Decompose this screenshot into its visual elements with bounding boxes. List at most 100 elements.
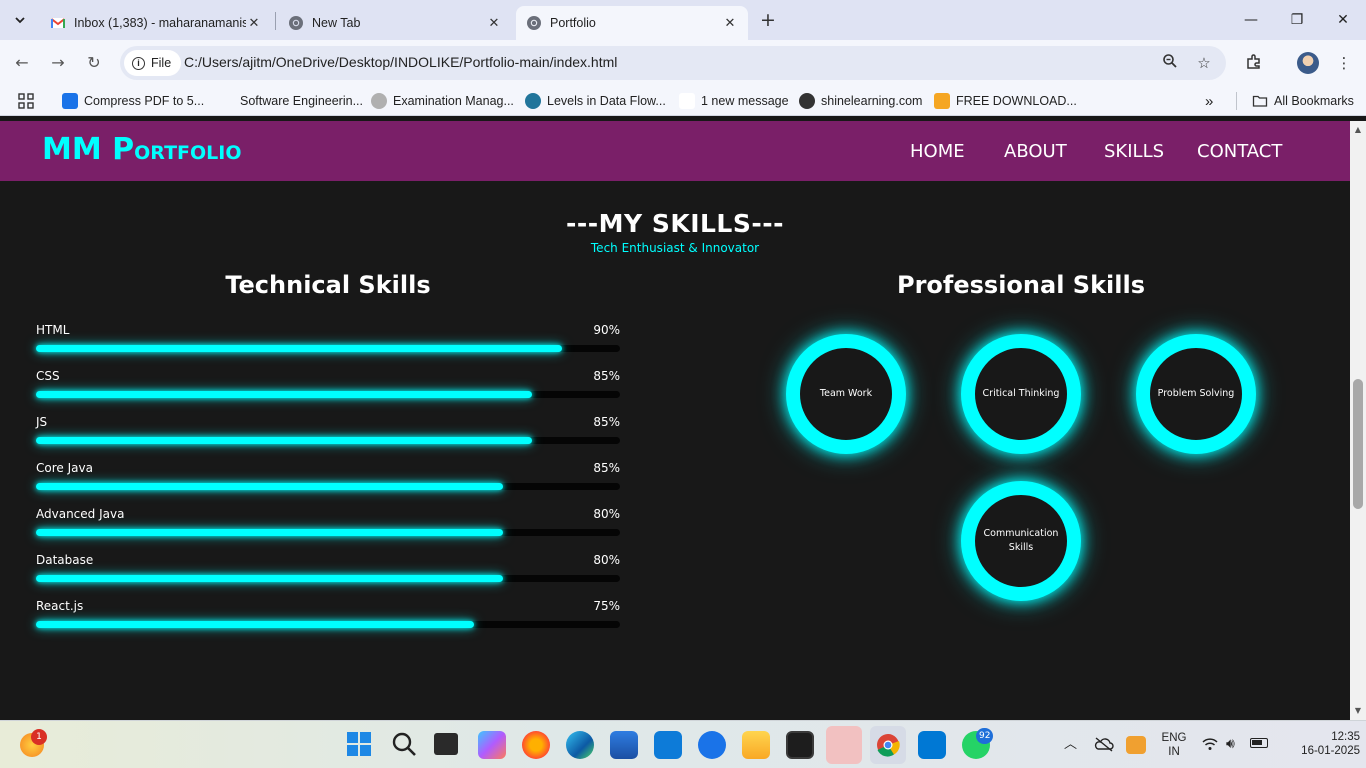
skill-bar-row: Advanced Java 80%	[36, 507, 620, 541]
bookmark-item[interactable]: Software Engineerin...	[240, 92, 363, 110]
webex-icon[interactable]	[786, 731, 814, 759]
active-app-icon[interactable]	[826, 726, 862, 764]
back-icon[interactable]: ←	[12, 53, 32, 73]
skill-track	[36, 575, 620, 582]
zoom-icon[interactable]	[1160, 53, 1180, 73]
bookmark-item[interactable]: FREE DOWNLOAD...	[934, 92, 1077, 110]
extensions-icon[interactable]	[1244, 53, 1264, 73]
site-info-chip[interactable]: i File	[124, 50, 182, 76]
url-text[interactable]: C:/Users/ajitm/OneDrive/Desktop/INDOLIKE…	[184, 54, 617, 70]
task-view-icon[interactable]	[434, 733, 458, 755]
portfolio-page: MM PORTFOLIO HOME ABOUT SKILLS CONTACT -…	[0, 121, 1350, 720]
store-icon[interactable]	[610, 731, 638, 759]
vscode-icon[interactable]	[918, 731, 946, 759]
download-site-icon	[934, 93, 950, 109]
skill-name: CSS	[36, 369, 60, 383]
scroll-up-icon[interactable]: ▲	[1350, 125, 1366, 134]
minimize-icon[interactable]: —	[1238, 8, 1264, 32]
tab-gmail[interactable]: Inbox (1,383) - maharanamanis ✕	[40, 6, 272, 40]
wifi-icon[interactable]	[1202, 737, 1218, 754]
nav-contact[interactable]: CONTACT	[1197, 141, 1282, 163]
skill-name: HTML	[36, 323, 70, 337]
address-bar[interactable]: i File C:/Users/ajitm/OneDrive/Desktop/I…	[120, 46, 1226, 80]
skill-bar-row: Core Java 85%	[36, 461, 620, 495]
firefox-icon[interactable]	[522, 731, 550, 759]
site-header: MM PORTFOLIO HOME ABOUT SKILLS CONTACT	[0, 121, 1350, 181]
scroll-down-icon[interactable]: ▼	[1350, 706, 1366, 715]
bookmarks-divider	[1236, 92, 1237, 110]
site-logo[interactable]: MM PORTFOLIO	[42, 133, 242, 170]
apps-grid-icon[interactable]	[18, 92, 34, 110]
all-bookmarks-label: All Bookmarks	[1274, 94, 1354, 108]
skill-circle-label: Team Work	[819, 388, 873, 399]
browser-toolbar: ← → ↻ i File C:/Users/ajitm/OneDrive/Des…	[0, 40, 1366, 86]
skill-name: React.js	[36, 599, 84, 613]
bookmark-label: Examination Manag...	[393, 94, 514, 108]
tab-new-tab[interactable]: New Tab ✕	[278, 6, 512, 40]
skill-fill	[36, 483, 503, 490]
chrome-taskbar-icon[interactable]	[870, 726, 906, 764]
skill-percent: 85%	[593, 415, 620, 429]
search-icon[interactable]	[391, 731, 419, 759]
tray-overflow-icon[interactable]: ︿	[1064, 737, 1077, 751]
menu-kebab-icon[interactable]: ⋮	[1334, 53, 1354, 73]
skill-circle-label: Problem Solving	[1157, 388, 1235, 399]
window-close-icon[interactable]: ✕	[1330, 8, 1356, 32]
bookmark-item[interactable]: 1 new message	[679, 92, 789, 110]
language-indicator[interactable]: ENG IN	[1160, 731, 1188, 759]
myhp-icon[interactable]	[654, 731, 682, 759]
skill-fill	[36, 621, 474, 628]
region-code: IN	[1168, 746, 1180, 758]
scrollbar-thumb[interactable]	[1353, 379, 1363, 509]
tab-title: Inbox (1,383) - maharanamanis	[74, 16, 246, 30]
bookmark-star-icon[interactable]: ☆	[1194, 53, 1214, 73]
bookmark-item[interactable]: Levels in Data Flow...	[525, 92, 666, 110]
tab-divider	[275, 12, 276, 30]
nav-skills[interactable]: SKILLS	[1104, 141, 1164, 163]
bookmarks-overflow-icon[interactable]: »	[1205, 92, 1213, 110]
clock[interactable]: 12:35 16-01-2025	[1300, 730, 1364, 758]
skill-percent: 75%	[593, 599, 620, 613]
skill-bar-row: React.js 75%	[36, 599, 620, 633]
skill-percent: 90%	[593, 323, 620, 337]
tab-portfolio[interactable]: Portfolio ✕	[516, 6, 748, 40]
battery-icon[interactable]	[1250, 738, 1268, 748]
tab-title: Portfolio	[550, 16, 596, 30]
copilot-icon[interactable]	[478, 731, 506, 759]
nav-about[interactable]: ABOUT	[1004, 141, 1067, 163]
bookmark-label: Compress PDF to 5...	[84, 94, 205, 108]
reload-icon[interactable]: ↻	[84, 53, 104, 73]
language-code: ENG	[1161, 732, 1187, 744]
tab-search-button[interactable]	[8, 8, 32, 32]
forward-icon[interactable]: →	[48, 53, 68, 73]
skill-circle: Problem Solving	[1136, 334, 1256, 454]
help-icon[interactable]	[698, 731, 726, 759]
skill-circle: Critical Thinking	[961, 334, 1081, 454]
skill-track	[36, 621, 620, 628]
sync-icon[interactable]	[1126, 736, 1146, 754]
skill-bar-row: CSS 85%	[36, 369, 620, 403]
onedrive-icon[interactable]	[1094, 736, 1114, 752]
chevron-down-icon	[15, 17, 25, 24]
new-tab-button[interactable]: +	[758, 10, 778, 30]
message-icon	[679, 93, 695, 109]
close-icon[interactable]: ✕	[246, 15, 262, 31]
edge-icon[interactable]	[566, 731, 594, 759]
all-bookmarks-button[interactable]: All Bookmarks	[1252, 92, 1354, 110]
profile-avatar[interactable]	[1297, 52, 1319, 74]
close-icon[interactable]: ✕	[722, 15, 738, 31]
battery-level	[1252, 740, 1262, 745]
windows-start-icon[interactable]	[346, 731, 374, 759]
bookmark-item[interactable]: Compress PDF to 5...	[62, 92, 204, 110]
restore-icon[interactable]: ❐	[1284, 8, 1310, 32]
skill-fill	[36, 345, 562, 352]
bookmark-item[interactable]: Examination Manag...	[371, 92, 514, 110]
close-icon[interactable]: ✕	[486, 15, 502, 31]
wordpress-icon	[525, 93, 541, 109]
nav-home[interactable]: HOME	[910, 141, 965, 163]
volume-icon[interactable]: 🔊︎	[1226, 736, 1235, 750]
skill-name: JS	[36, 415, 48, 429]
file-explorer-icon[interactable]	[742, 731, 770, 759]
bookmark-item[interactable]: shinelearning.com	[799, 92, 922, 110]
page-scrollbar[interactable]: ▲ ▼	[1350, 121, 1366, 720]
